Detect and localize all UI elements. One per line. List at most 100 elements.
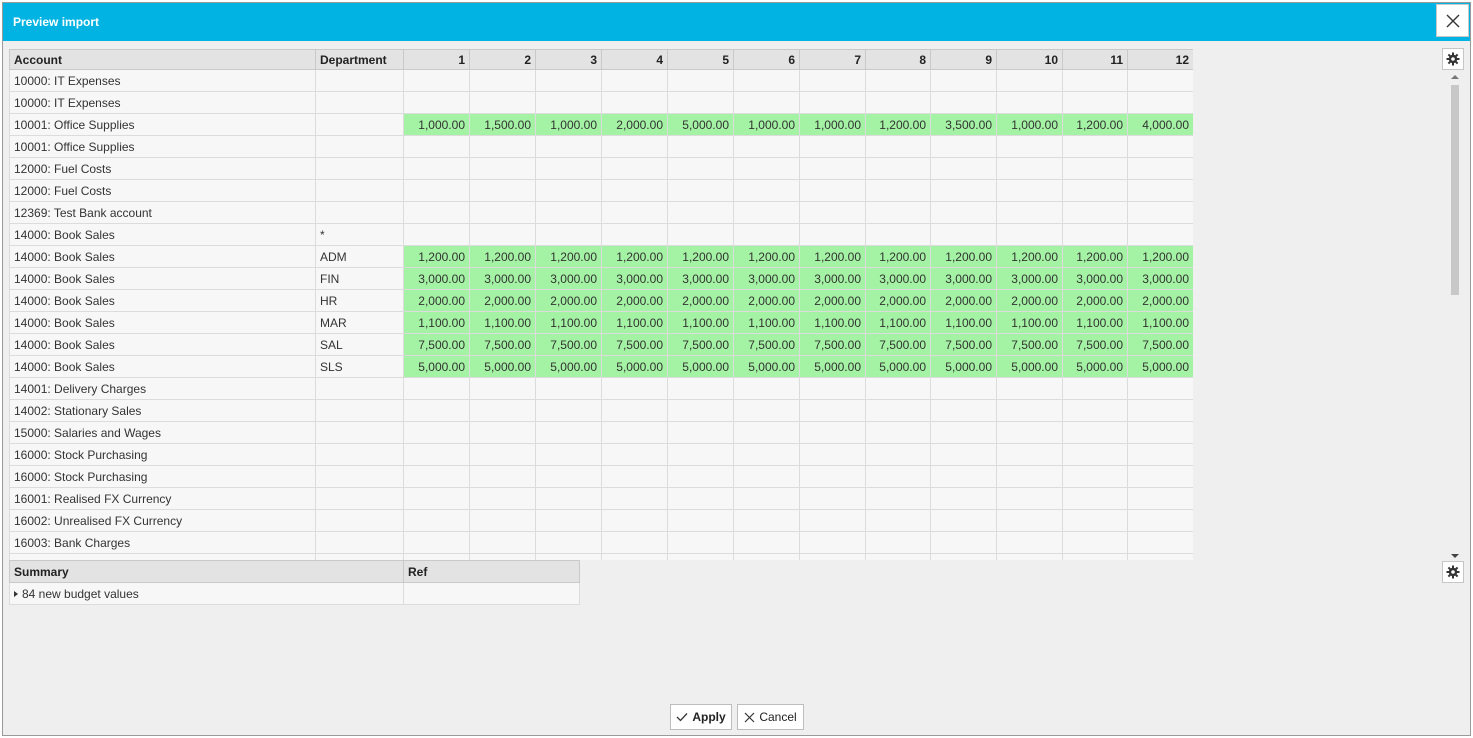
period-value-cell[interactable] (535, 69, 602, 92)
department-cell[interactable] (315, 135, 404, 158)
period-value-cell[interactable] (865, 377, 931, 400)
period-value-cell[interactable] (601, 91, 668, 114)
table-row[interactable]: 16002: Unrealised FX Currency (9, 509, 1193, 532)
period-value-cell[interactable]: 1,100.00 (996, 311, 1063, 334)
period-value-cell[interactable]: 1,000.00 (799, 113, 866, 136)
period-value-cell[interactable] (1062, 91, 1128, 114)
period-value-cell[interactable] (1062, 157, 1128, 180)
period-value-cell[interactable]: 5,000.00 (1127, 355, 1193, 378)
period-value-cell[interactable]: 3,000.00 (865, 267, 931, 290)
period-value-cell[interactable] (799, 531, 866, 554)
triangle-right-icon[interactable] (14, 591, 18, 598)
period-value-cell[interactable]: 2,000.00 (535, 289, 602, 312)
period-value-cell[interactable] (733, 531, 800, 554)
period-value-cell[interactable] (1062, 399, 1128, 422)
table-row[interactable]: 14000: Book Sales HR 2,000.00 2,000.00 2,000… (9, 289, 1193, 312)
period-value-cell[interactable] (601, 531, 668, 554)
period-value-cell[interactable]: 7,500.00 (930, 333, 997, 356)
period-value-cell[interactable] (667, 531, 734, 554)
period-value-cell[interactable] (733, 443, 800, 466)
summary-row[interactable]: 84 new budget values (9, 582, 580, 605)
period-value-cell[interactable]: 2,000.00 (469, 289, 536, 312)
department-cell[interactable] (315, 443, 404, 466)
period-value-cell[interactable]: 7,500.00 (799, 333, 866, 356)
period-value-cell[interactable] (996, 201, 1063, 224)
period-value-cell[interactable] (601, 179, 668, 202)
account-cell[interactable]: 14000: Book Sales (9, 289, 316, 312)
period-value-cell[interactable] (733, 399, 800, 422)
department-cell[interactable] (315, 531, 404, 554)
period-value-cell[interactable] (403, 223, 470, 246)
period-value-cell[interactable] (1127, 377, 1193, 400)
period-value-cell[interactable] (1062, 135, 1128, 158)
period-value-cell[interactable] (930, 509, 997, 532)
period-column-header[interactable]: 4 (601, 49, 668, 70)
period-value-cell[interactable] (865, 553, 931, 560)
period-value-cell[interactable]: 1,100.00 (601, 311, 668, 334)
department-cell[interactable] (315, 399, 404, 422)
department-cell[interactable] (315, 487, 404, 510)
period-value-cell[interactable]: 7,500.00 (996, 333, 1063, 356)
period-value-cell[interactable]: 1,100.00 (930, 311, 997, 334)
period-value-cell[interactable] (535, 465, 602, 488)
period-value-cell[interactable] (996, 553, 1063, 560)
period-value-cell[interactable]: 5,000.00 (1062, 355, 1128, 378)
period-value-cell[interactable] (930, 69, 997, 92)
scroll-up-icon[interactable] (1451, 75, 1459, 79)
period-value-cell[interactable] (930, 465, 997, 488)
department-cell[interactable] (315, 113, 404, 136)
period-value-cell[interactable]: 2,000.00 (930, 289, 997, 312)
period-value-cell[interactable] (1062, 377, 1128, 400)
grid-vertical-scrollbar[interactable] (1449, 73, 1461, 560)
period-value-cell[interactable] (799, 377, 866, 400)
period-value-cell[interactable] (601, 157, 668, 180)
period-value-cell[interactable] (799, 91, 866, 114)
department-column-header[interactable]: Department (315, 49, 404, 70)
period-value-cell[interactable] (469, 509, 536, 532)
period-value-cell[interactable]: 3,000.00 (469, 267, 536, 290)
account-cell[interactable]: 14000: Book Sales (9, 333, 316, 356)
department-cell[interactable]: HR (315, 289, 404, 312)
period-value-cell[interactable] (535, 531, 602, 554)
department-cell[interactable] (315, 91, 404, 114)
period-value-cell[interactable] (1127, 135, 1193, 158)
period-value-cell[interactable] (535, 201, 602, 224)
period-value-cell[interactable]: 2,000.00 (1127, 289, 1193, 312)
account-cell[interactable]: 14002: Stationary Sales (9, 399, 316, 422)
period-value-cell[interactable]: 1,200.00 (403, 245, 470, 268)
department-cell[interactable] (315, 157, 404, 180)
period-value-cell[interactable] (930, 553, 997, 560)
period-value-cell[interactable] (403, 487, 470, 510)
period-value-cell[interactable] (667, 509, 734, 532)
period-value-cell[interactable]: 2,000.00 (996, 289, 1063, 312)
period-value-cell[interactable] (535, 443, 602, 466)
account-cell[interactable]: 12000: Fuel Costs (9, 157, 316, 180)
grid-settings-button[interactable] (1442, 48, 1464, 70)
period-value-cell[interactable] (403, 91, 470, 114)
period-value-cell[interactable] (996, 135, 1063, 158)
period-value-cell[interactable] (667, 201, 734, 224)
period-value-cell[interactable]: 5,000.00 (930, 355, 997, 378)
period-value-cell[interactable] (403, 179, 470, 202)
period-value-cell[interactable] (799, 179, 866, 202)
period-value-cell[interactable] (601, 443, 668, 466)
period-column-header[interactable]: 3 (535, 49, 602, 70)
department-cell[interactable]: * (315, 223, 404, 246)
table-row[interactable]: 12000: Fuel Costs (9, 157, 1193, 180)
account-cell[interactable]: 15000: Salaries and Wages (9, 421, 316, 444)
period-value-cell[interactable] (930, 91, 997, 114)
department-cell[interactable] (315, 465, 404, 488)
period-value-cell[interactable]: 7,500.00 (403, 333, 470, 356)
period-value-cell[interactable] (996, 421, 1063, 444)
period-value-cell[interactable] (667, 443, 734, 466)
period-value-cell[interactable] (865, 179, 931, 202)
period-value-cell[interactable]: 3,000.00 (601, 267, 668, 290)
period-value-cell[interactable] (799, 443, 866, 466)
account-cell[interactable]: 14000: Book Sales (9, 245, 316, 268)
period-value-cell[interactable] (865, 487, 931, 510)
period-value-cell[interactable] (469, 421, 536, 444)
period-value-cell[interactable] (1127, 509, 1193, 532)
table-row[interactable]: 16003: Bank Charges (9, 531, 1193, 554)
period-value-cell[interactable]: 1,200.00 (469, 245, 536, 268)
period-value-cell[interactable]: 7,500.00 (733, 333, 800, 356)
